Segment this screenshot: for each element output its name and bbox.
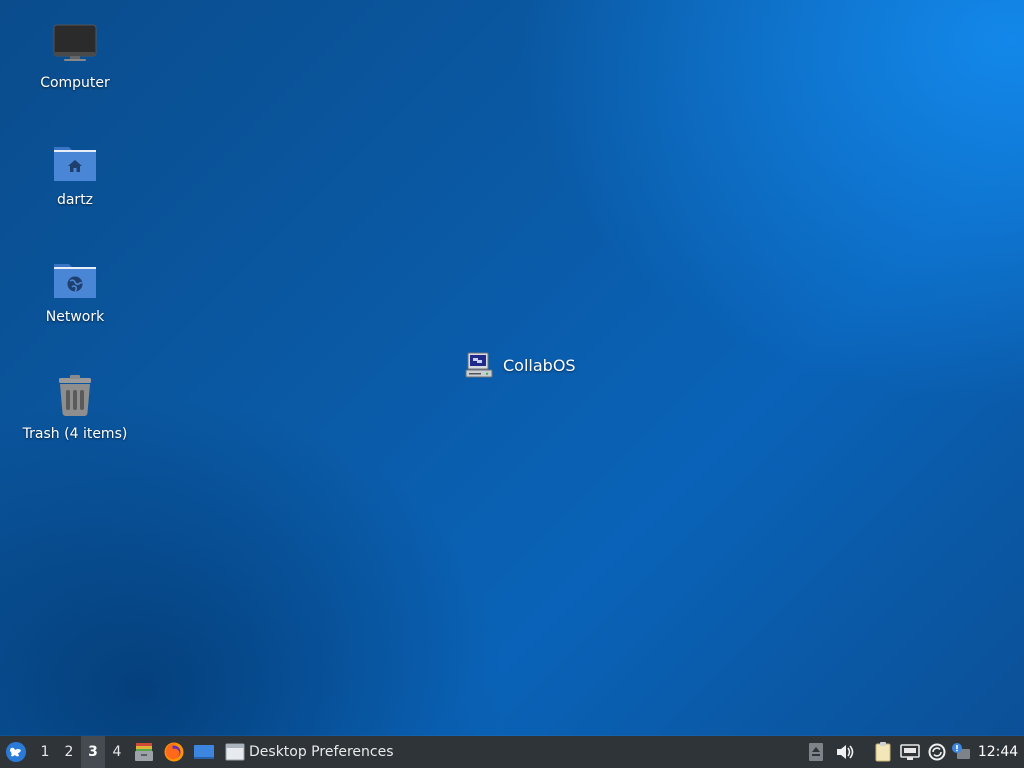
desktop-icon-network[interactable]: Network	[10, 256, 140, 325]
whisker-menu-button[interactable]	[0, 736, 32, 768]
desktop-icon-trash[interactable]: Trash (4 items)	[10, 373, 140, 442]
clipboard-icon	[875, 742, 891, 762]
task-desktop-preferences[interactable]: Desktop Preferences	[221, 736, 400, 768]
firefox-launcher[interactable]	[159, 736, 189, 768]
taskbar: 1 2 3 4 Desktop Preferences 12:44	[0, 736, 1024, 768]
network-wired-icon	[900, 744, 920, 760]
eject-icon	[809, 743, 823, 761]
desktop-icon-label: Trash (4 items)	[22, 426, 128, 442]
clock[interactable]: 12:44	[972, 736, 1024, 768]
collabos-computer-icon	[465, 352, 493, 378]
desktop-icon-collabos[interactable]: CollabOS	[465, 351, 576, 379]
network-button[interactable]	[896, 736, 924, 768]
desktop-icon	[194, 745, 214, 759]
workspace-4[interactable]: 4	[105, 736, 129, 768]
clipboard-button[interactable]	[870, 736, 896, 768]
trash-icon	[59, 375, 91, 416]
computer-icon	[53, 24, 97, 61]
workspace-switcher: 1 2 3 4	[33, 736, 129, 768]
updates-button[interactable]	[924, 736, 950, 768]
desktop-icon-home[interactable]: dartz	[10, 139, 140, 208]
desktop-icon-label: dartz	[56, 192, 94, 208]
update-icon	[928, 743, 946, 761]
file-manager-icon	[135, 743, 153, 761]
volume-button[interactable]	[830, 736, 860, 768]
eject-button[interactable]	[802, 736, 830, 768]
desktop-icon-computer[interactable]: Computer	[10, 22, 140, 91]
desktop[interactable]: Computer dartz Network Trash (4 items) C…	[0, 0, 1024, 736]
notification-icon	[952, 743, 970, 759]
workspace-3[interactable]: 3	[81, 736, 105, 768]
notifications-button[interactable]	[950, 736, 972, 768]
workspace-2[interactable]: 2	[57, 736, 81, 768]
task-label: Desktop Preferences	[249, 744, 394, 760]
network-folder-icon	[54, 264, 96, 298]
home-folder-icon	[54, 147, 96, 181]
window-icon	[225, 743, 245, 761]
volume-icon	[837, 745, 854, 759]
firefox-icon	[164, 742, 184, 762]
file-manager-launcher[interactable]	[129, 736, 159, 768]
xubuntu-logo-icon	[6, 742, 26, 762]
desktop-icon-label: Computer	[40, 75, 110, 91]
system-tray: 12:44	[802, 736, 1024, 768]
show-desktop-button[interactable]	[189, 736, 219, 768]
desktop-icon-label: Network	[45, 309, 105, 325]
workspace-1[interactable]: 1	[33, 736, 57, 768]
desktop-icon-label: CollabOS	[503, 355, 576, 375]
